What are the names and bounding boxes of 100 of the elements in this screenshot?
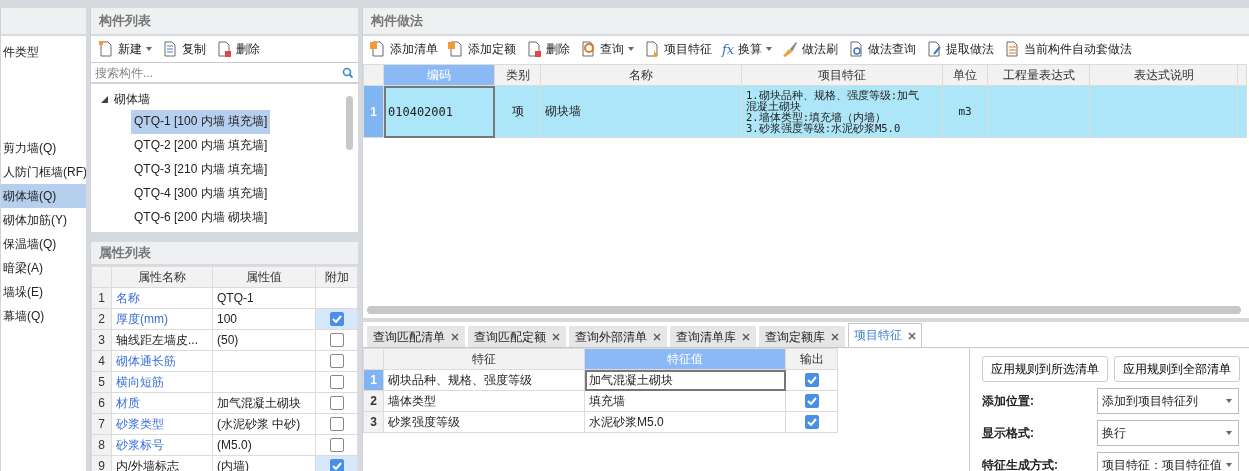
table-cell: 项: [494, 85, 541, 138]
row-number: 4: [91, 350, 112, 372]
row-number: 2: [91, 308, 112, 330]
table-cell: 1.砌块品种、规格、强度等级:加气 混凝土砌块 2.墙体类型:填充墙（内墙） 3.砂浆强度等级:水泥砂浆M5.0: [741, 85, 943, 138]
tree-item[interactable]: 墙垛(E): [1, 280, 86, 304]
tree-item[interactable]: 剪力墙(Q): [1, 136, 86, 160]
corner-cell: [91, 266, 112, 288]
apply-rule-button[interactable]: 应用规则到全部清单: [1114, 356, 1240, 382]
table-cell[interactable]: 010402001: [383, 85, 495, 138]
checkbox[interactable]: [329, 354, 344, 368]
star-document-icon: [644, 41, 660, 57]
close-icon[interactable]: [742, 333, 750, 341]
checkbox[interactable]: [804, 415, 819, 429]
tree-item[interactable]: QTQ-1 [100 内墙 填充墙]: [131, 110, 271, 134]
column-header: 工程量表达式: [987, 64, 1090, 86]
tab[interactable]: 项目特征: [848, 323, 922, 347]
tree-item[interactable]: 幕墙(Q): [1, 304, 86, 328]
brush-icon: [782, 41, 799, 57]
tab[interactable]: 查询定额库: [759, 326, 845, 347]
checkbox[interactable]: [329, 333, 344, 347]
corner-cell: [363, 64, 384, 86]
row-number: 5: [91, 371, 112, 393]
tree-item[interactable]: 件类型: [1, 40, 86, 64]
tree-item[interactable]: 保温墙(Q): [1, 232, 86, 256]
add-row-icon: [448, 41, 464, 57]
tree-item[interactable]: 砌体墙(Q): [1, 184, 86, 208]
panel-title: 构件做法: [363, 8, 1249, 36]
tree-item[interactable]: QTQ-6 [200 内墙 砌块墙]: [131, 206, 271, 230]
dropdown-caret-icon: [1226, 463, 1232, 467]
row-number: 1: [363, 85, 384, 138]
setting-label: 特征生成方式:: [982, 456, 1059, 471]
tree-label: 砌体墙: [114, 90, 150, 108]
apply-rule-button[interactable]: 应用规则到所选清单: [982, 356, 1108, 382]
tab[interactable]: 查询匹配清单: [367, 326, 465, 347]
checkbox[interactable]: [804, 394, 819, 408]
column-header: 编码: [383, 64, 495, 86]
tree-item[interactable]: QTQ-4 [300 内墙 填充墙]: [131, 182, 271, 206]
checkbox[interactable]: [329, 438, 344, 452]
setting-label: 添加位置:: [982, 392, 1035, 410]
tree-node[interactable]: 砌体墙: [91, 88, 358, 110]
dropdown[interactable]: 换行: [1097, 420, 1239, 446]
checkbox[interactable]: [804, 373, 819, 387]
row-number: 1: [91, 287, 112, 309]
add-list-icon: [370, 41, 386, 57]
column-header: 特征值: [584, 348, 786, 370]
function-icon: fx: [722, 41, 735, 57]
corner-cell: [363, 348, 384, 370]
table-cell: 砌块墙: [540, 85, 742, 138]
list-window-icon: [1004, 41, 1021, 57]
checkbox[interactable]: [329, 459, 344, 471]
column-header: 附加: [315, 266, 358, 288]
row-number: 7: [91, 413, 112, 435]
column-header: 输出: [785, 348, 838, 370]
dropdown[interactable]: 项目特征：项目特征值: [1097, 452, 1239, 471]
close-icon[interactable]: [653, 333, 661, 341]
table-cell: m3: [942, 85, 988, 138]
row-number: 3: [91, 329, 112, 351]
dropdown[interactable]: 添加到项目特征列: [1097, 388, 1239, 414]
checkbox[interactable]: [329, 375, 344, 389]
dropdown-caret-icon: [1226, 399, 1232, 403]
expand-triangle-icon[interactable]: [101, 95, 108, 103]
column-header: 属性名称: [111, 266, 213, 288]
close-icon[interactable]: [552, 333, 560, 341]
tree-item[interactable]: QTQ-3 [210 内墙 填充墙]: [131, 158, 271, 182]
tab[interactable]: 查询外部清单: [569, 326, 667, 347]
checkbox[interactable]: [329, 312, 344, 326]
tab[interactable]: 查询匹配定额: [468, 326, 566, 347]
tree-item[interactable]: QTQ-2 [200 内墙 填充墙]: [131, 134, 271, 158]
row-number: 8: [91, 434, 112, 456]
row-number: 3: [363, 411, 384, 433]
tree-item[interactable]: 人防门框墙(RF): [1, 160, 86, 184]
close-icon[interactable]: [831, 333, 839, 341]
magnifier-icon: [580, 41, 596, 57]
document-pen-icon: [926, 41, 943, 57]
column-header: 特征: [383, 348, 585, 370]
new-document-icon: [98, 41, 114, 57]
panel-title: 属性列表: [91, 242, 358, 266]
close-icon[interactable]: [908, 331, 916, 340]
checkbox[interactable]: [329, 417, 344, 431]
search-icon: [342, 66, 354, 79]
column-header: 项目特征: [741, 64, 943, 86]
checkbox[interactable]: [329, 396, 344, 410]
row-number: 6: [91, 392, 112, 414]
copy-document-icon: [162, 41, 178, 57]
tree-item[interactable]: 砌体加筋(Y): [1, 208, 86, 232]
column-header: 单位: [942, 64, 988, 86]
close-icon[interactable]: [451, 333, 459, 341]
column-header: 类别: [494, 64, 541, 86]
setting-label: 显示格式:: [982, 424, 1035, 442]
document-search-icon: [848, 41, 865, 57]
scrollbar-thumb[interactable]: [346, 96, 353, 150]
column-header: 表达式说明: [1089, 64, 1238, 86]
tree-item[interactable]: 暗梁(A): [1, 256, 86, 280]
scrollbar-thumb[interactable]: [367, 306, 1241, 314]
row-number: 1: [363, 369, 384, 391]
column-header: 名称: [540, 64, 742, 86]
delete-document-icon: [216, 41, 232, 57]
tab[interactable]: 查询清单库: [670, 326, 756, 347]
column-header: 属性值: [212, 266, 316, 288]
row-number: 2: [363, 390, 384, 412]
